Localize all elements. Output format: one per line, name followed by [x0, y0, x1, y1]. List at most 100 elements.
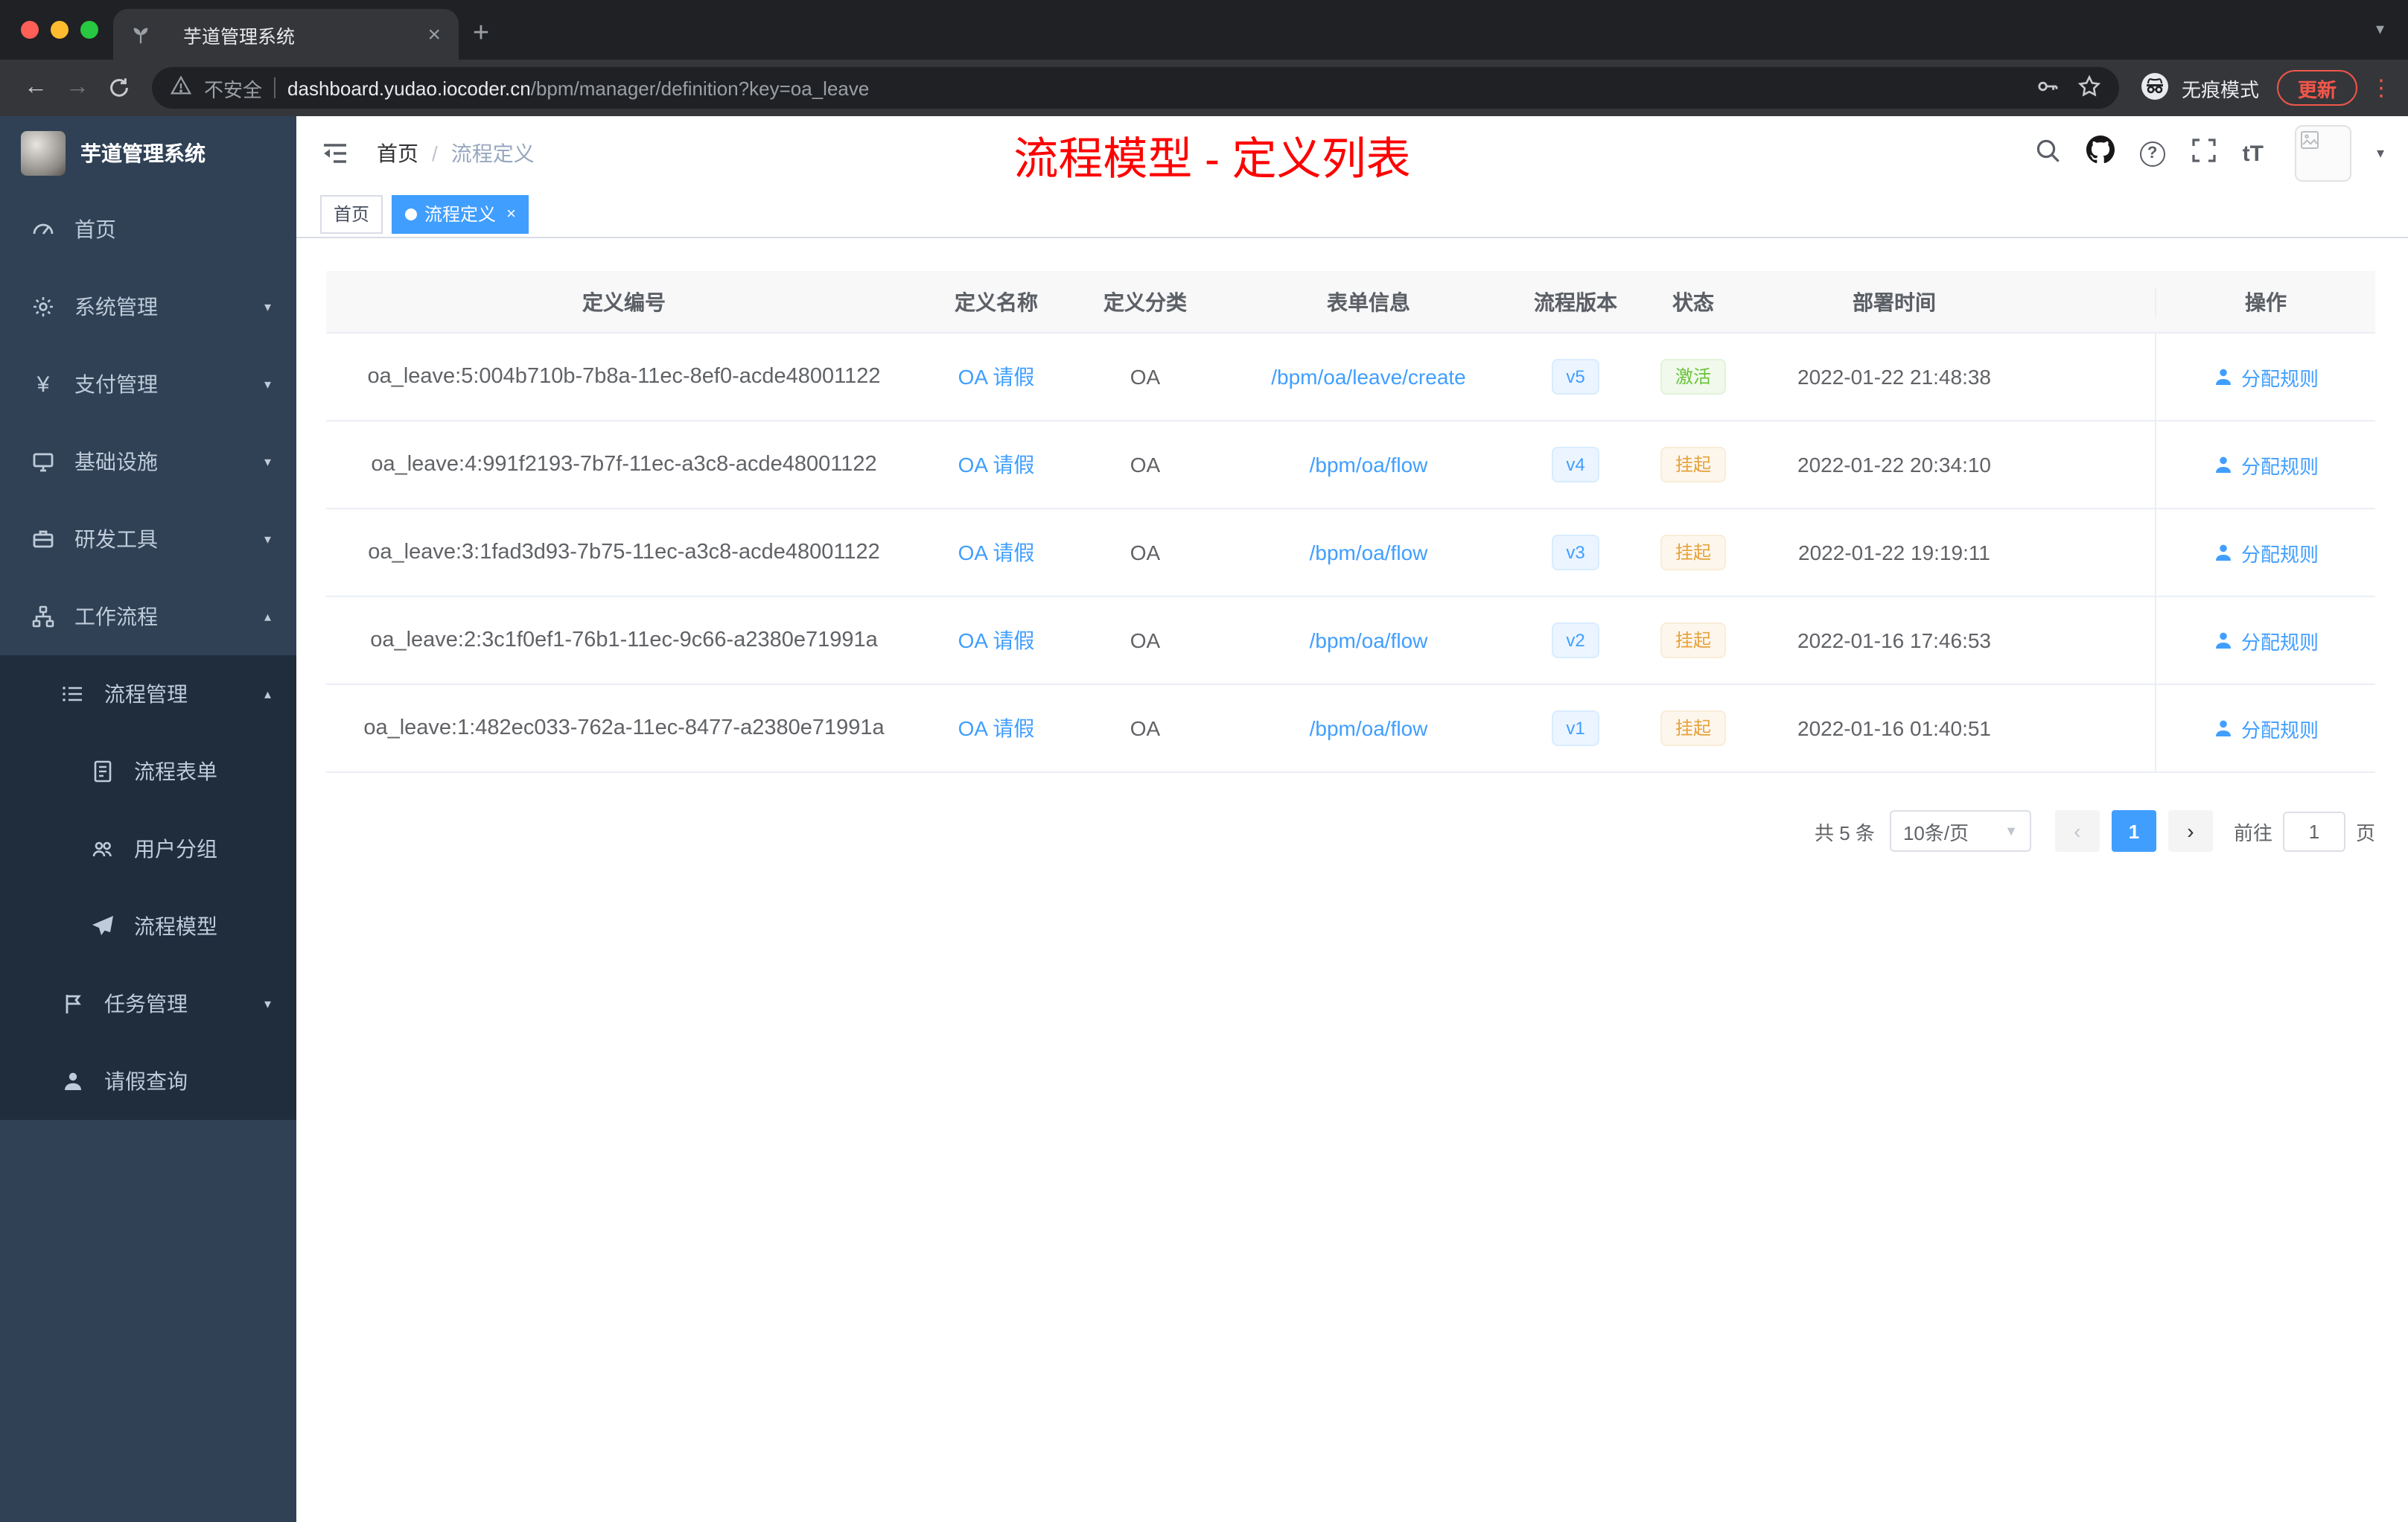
version-badge: v4 — [1551, 447, 1600, 483]
breadcrumb-home[interactable]: 首页 — [377, 138, 418, 168]
breadcrumb-separator: / — [432, 141, 438, 165]
assign-rule-link[interactable]: 分配规则 — [2213, 450, 2319, 479]
definition-name-link[interactable]: OA 请假 — [958, 362, 1035, 392]
sidebar-item-system[interactable]: 系统管理 ▾ — [0, 268, 296, 346]
assign-rule-link[interactable]: 分配规则 — [2213, 626, 2319, 655]
cell-category: OA — [1130, 365, 1161, 389]
goto-page-input[interactable] — [2282, 811, 2345, 851]
tag-home[interactable]: 首页 — [320, 194, 383, 233]
github-icon[interactable] — [2086, 136, 2115, 171]
sidebar-item-leave-query[interactable]: 请假查询 — [0, 1042, 296, 1120]
chevron-up-icon: ▴ — [264, 686, 271, 701]
bookmark-star-icon[interactable] — [2077, 74, 2101, 102]
sidebar-item-label: 任务管理 — [104, 992, 188, 1016]
annotation-title: 流程模型 - 定义列表 — [1013, 136, 1411, 185]
sidebar-item-process-management[interactable]: 流程管理 ▴ — [0, 655, 296, 733]
zoom-window-button[interactable] — [80, 21, 98, 39]
sidebar-item-label: 流程模型 — [134, 914, 217, 938]
assign-rule-link[interactable]: 分配规则 — [2213, 538, 2319, 567]
sidebar-item-workflow[interactable]: 工作流程 ▴ — [0, 578, 296, 655]
new-tab-button[interactable]: + — [459, 12, 503, 57]
forward-button[interactable]: → — [57, 67, 98, 109]
assign-rule-link[interactable]: 分配规则 — [2213, 363, 2319, 391]
help-icon[interactable]: ? — [2139, 141, 2165, 166]
chevron-down-icon: ▾ — [264, 453, 271, 468]
fullscreen-icon[interactable] — [2191, 136, 2217, 171]
screen: 流程模型 - 定义列表 芋道管理系统 × + ▾ ← → 不安全 dashboa… — [0, 0, 2408, 1522]
table-row: oa_leave:2:3c1f0ef1-76b1-11ec-9c66-a2380… — [326, 597, 2375, 685]
version-badge: v3 — [1551, 535, 1600, 570]
security-warning-icon — [170, 74, 192, 101]
tab-close-icon[interactable]: × — [424, 22, 444, 47]
sidebar-item-label: 请假查询 — [104, 1069, 188, 1093]
sidebar-item-label: 流程管理 — [104, 682, 188, 706]
form-info-link[interactable]: /bpm/oa/flow — [1310, 453, 1428, 477]
form-info-link[interactable]: /bpm/oa/flow — [1310, 716, 1428, 740]
yen-icon: ¥ — [36, 372, 50, 397]
sidebar-item-label: 流程表单 — [134, 760, 217, 783]
cell-deploy-time: 2022-01-22 20:34:10 — [1797, 453, 1991, 477]
url-divider — [274, 77, 276, 98]
tag-close-icon[interactable]: × — [506, 205, 516, 223]
brand-title: 芋道管理系统 — [80, 141, 206, 165]
page-unit-label: 页 — [2355, 821, 2375, 844]
reload-button[interactable] — [98, 67, 140, 109]
sidebar-item-user-group[interactable]: 用户分组 — [0, 810, 296, 888]
sidebar-item-home[interactable]: 首页 — [0, 191, 296, 268]
definition-name-link[interactable]: OA 请假 — [958, 450, 1035, 480]
update-button[interactable]: 更新 — [2276, 70, 2357, 106]
chevron-down-icon: ▾ — [264, 996, 271, 1010]
font-size-icon[interactable]: tT — [2243, 141, 2264, 166]
sidebar-item-infrastructure[interactable]: 基础设施 ▾ — [0, 423, 296, 500]
page-number-button[interactable]: 1 — [2111, 810, 2156, 852]
browser-menu-icon[interactable]: ⋮ — [2369, 74, 2393, 101]
browser-toolbar: ← → 不安全 dashboard.yudao.iocoder.cn/bpm/m… — [0, 60, 2408, 116]
sidebar-item-label: 工作流程 — [74, 605, 158, 628]
assign-rule-link[interactable]: 分配规则 — [2213, 714, 2319, 742]
prev-page-button[interactable]: ‹ — [2054, 810, 2100, 852]
definition-name-link[interactable]: OA 请假 — [958, 625, 1035, 655]
sidebar-item-process-form[interactable]: 流程表单 — [0, 733, 296, 810]
minimize-window-button[interactable] — [51, 21, 69, 39]
table-row: oa_leave:5:004b710b-7b8a-11ec-8ef0-acde4… — [326, 334, 2375, 421]
password-key-icon[interactable] — [2036, 74, 2060, 102]
browser-tab[interactable]: 芋道管理系统 × — [113, 9, 459, 60]
tab-title: 芋道管理系统 — [183, 26, 296, 47]
sidebar-collapse-icon[interactable] — [320, 137, 353, 170]
cell-category: OA — [1130, 628, 1161, 652]
sidebar-item-label: 研发工具 — [74, 527, 158, 551]
avatar-caret-icon[interactable]: ▾ — [2377, 145, 2384, 162]
incognito-label: 无痕模式 — [2181, 78, 2259, 101]
close-window-button[interactable] — [21, 21, 39, 39]
sidebar-item-payment[interactable]: ¥ 支付管理 ▾ — [0, 346, 296, 423]
form-info-link[interactable]: /bpm/oa/flow — [1310, 628, 1428, 652]
user-avatar[interactable] — [2294, 125, 2351, 182]
sidebar-item-process-model[interactable]: 流程模型 — [0, 888, 296, 965]
page-size-select[interactable]: 10条/页 ▼ — [1889, 810, 2031, 852]
sidebar: 芋道管理系统 首页 系统管理 ▾ ¥ 支付管理 ▾ 基础设施 ▾ 研发工具 ▾ … — [0, 116, 296, 1522]
tags-view: 首页 流程定义 × — [296, 191, 2408, 238]
tag-process-definition[interactable]: 流程定义 × — [392, 194, 529, 233]
sidebar-item-label: 用户分组 — [134, 837, 217, 861]
definition-name-link[interactable]: OA 请假 — [958, 538, 1035, 567]
sidebar-item-task-management[interactable]: 任务管理 ▾ — [0, 965, 296, 1042]
status-badge: 激活 — [1660, 359, 1726, 395]
tab-favicon — [128, 22, 152, 46]
paper-plane-icon — [91, 914, 115, 938]
form-icon — [91, 760, 115, 783]
chevron-down-icon: ▼ — [2004, 824, 2018, 838]
back-button[interactable]: ← — [15, 67, 57, 109]
next-page-button[interactable]: › — [2167, 810, 2213, 852]
sidebar-item-devtools[interactable]: 研发工具 ▾ — [0, 500, 296, 578]
search-icon[interactable] — [2034, 136, 2061, 171]
cell-definition-id: oa_leave:1:482ec033-762a-11ec-8477-a2380… — [363, 716, 885, 740]
definition-name-link[interactable]: OA 请假 — [958, 713, 1035, 743]
security-label[interactable]: 不安全 — [204, 74, 262, 102]
form-info-link[interactable]: /bpm/oa/leave/create — [1271, 365, 1466, 389]
chevron-down-icon: ▾ — [264, 376, 271, 391]
address-bar[interactable]: 不安全 dashboard.yudao.iocoder.cn/bpm/manag… — [152, 67, 2119, 109]
form-info-link[interactable]: /bpm/oa/flow — [1310, 541, 1428, 564]
column-process-version: 流程版本 — [1534, 290, 1617, 313]
tab-search-icon[interactable]: ▾ — [2376, 19, 2384, 39]
list-icon — [61, 682, 85, 706]
